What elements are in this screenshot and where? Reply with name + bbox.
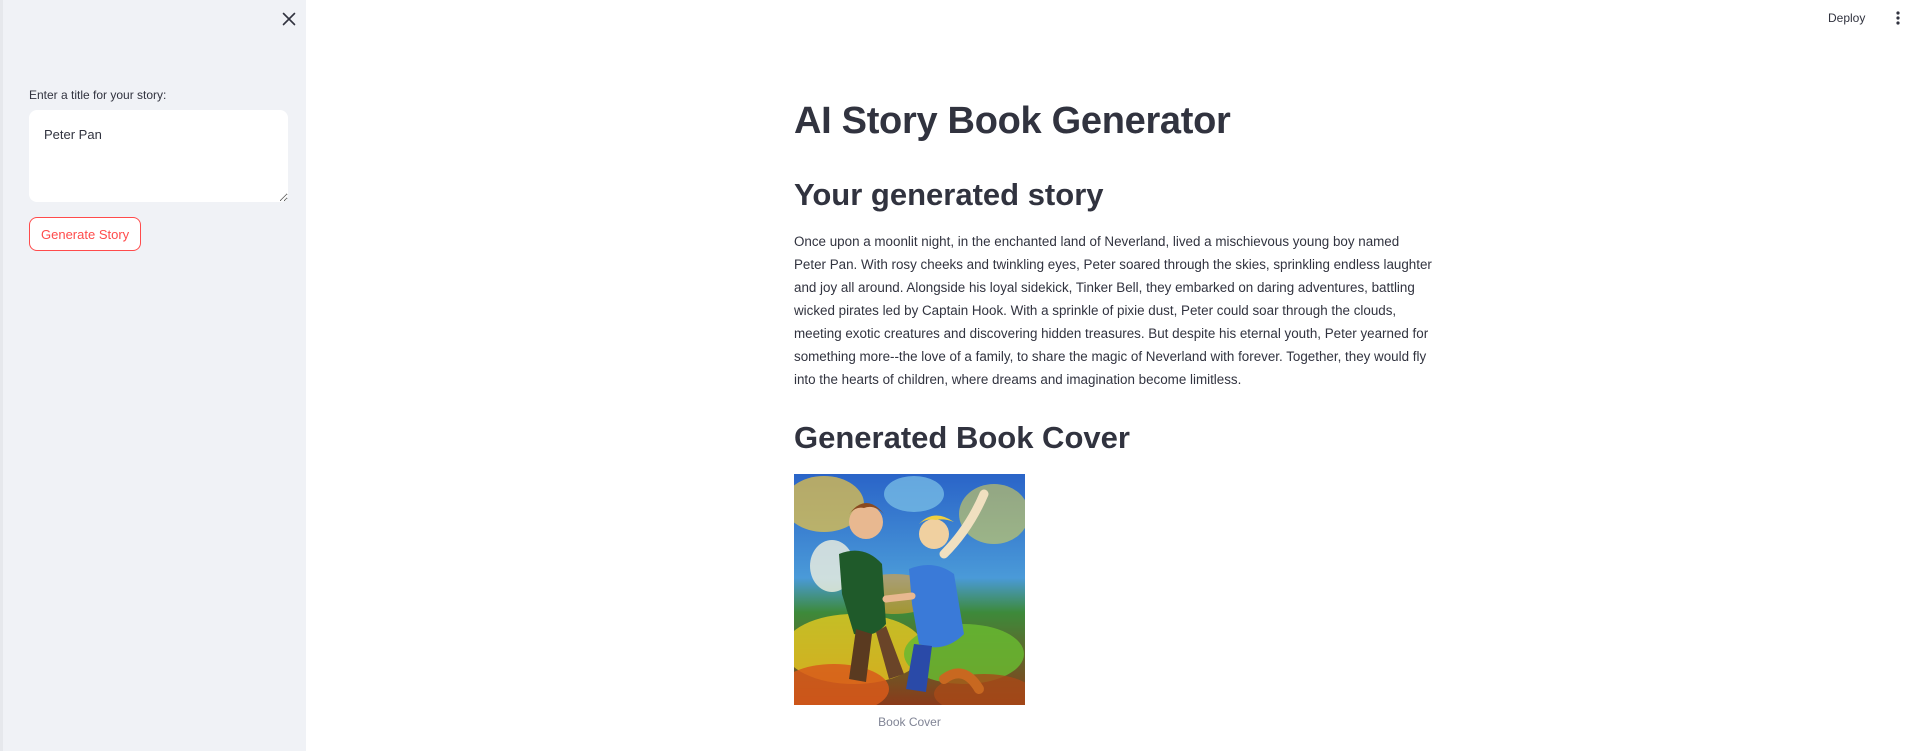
book-cover: Book Cover: [794, 474, 1025, 729]
story-title-input[interactable]: Peter Pan: [29, 110, 288, 202]
kebab-menu-icon: [1896, 11, 1900, 25]
book-cover-caption: Book Cover: [878, 715, 941, 729]
story-text: Once upon a moonlit night, in the enchan…: [794, 234, 1432, 387]
close-icon: [282, 12, 296, 26]
page-title: AI Story Book Generator: [794, 100, 1231, 142]
main-menu-button[interactable]: [1888, 8, 1908, 28]
book-cover-image: [794, 474, 1025, 705]
generate-story-button[interactable]: Generate Story: [29, 217, 142, 251]
close-sidebar-button[interactable]: [280, 10, 298, 28]
deploy-button[interactable]: Deploy: [1828, 8, 1865, 28]
story-title-label: Enter a title for your story:: [29, 88, 167, 102]
sidebar: Enter a title for your story: Peter Pan …: [0, 0, 306, 751]
story-heading: Your generated story: [794, 177, 1104, 212]
cover-heading: Generated Book Cover: [794, 420, 1130, 455]
